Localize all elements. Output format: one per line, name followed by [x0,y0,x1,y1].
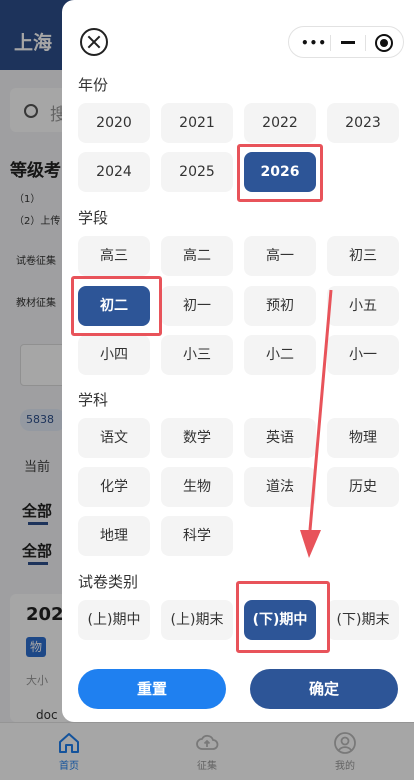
year-option-2021[interactable]: 2021 [161,103,233,143]
subject-option-physics[interactable]: 物理 [327,418,399,458]
subject-option-science[interactable]: 科学 [161,516,233,556]
subject-option-civics[interactable]: 道法 [244,467,316,507]
paper-type-option-2[interactable]: (上)期末 [161,600,233,640]
miniprogram-capsule: ••• [288,26,404,58]
subject-option-chemistry[interactable]: 化学 [78,467,150,507]
subject-option-english[interactable]: 英语 [244,418,316,458]
subject-option-biology[interactable]: 生物 [161,467,233,507]
grade-option-g11[interactable]: 高二 [161,236,233,276]
grade-label: 学段 [78,209,109,227]
grade-option-p5[interactable]: 小五 [327,286,399,326]
grade-option-g12[interactable]: 高三 [78,236,150,276]
filter-drawer: ••• 年份 2020 2021 2022 2023 2024 2025 202… [62,0,414,722]
grade-option-p1[interactable]: 小一 [327,335,399,375]
highlight-box-paper-type [236,581,330,653]
paper-type-option-4[interactable]: (下)期末 [327,600,399,640]
record-icon[interactable] [375,34,393,52]
close-icon[interactable] [80,28,108,56]
grade-option-g7[interactable]: 初一 [161,286,233,326]
grade-option-p2[interactable]: 小二 [244,335,316,375]
subject-label: 学科 [78,391,109,409]
grade-option-g6-pre[interactable]: 预初 [244,286,316,326]
grade-option-p4[interactable]: 小四 [78,335,150,375]
confirm-button[interactable]: 确定 [250,669,398,709]
minimize-icon[interactable] [341,41,355,44]
grade-option-p3[interactable]: 小三 [161,335,233,375]
highlight-box-year [237,144,323,202]
highlight-box-grade [71,276,162,336]
year-option-2025[interactable]: 2025 [161,152,233,192]
grade-option-g9[interactable]: 初三 [327,236,399,276]
year-option-2024[interactable]: 2024 [78,152,150,192]
subject-option-geography[interactable]: 地理 [78,516,150,556]
year-option-2022[interactable]: 2022 [244,103,316,143]
grade-option-g10[interactable]: 高一 [244,236,316,276]
subject-option-math[interactable]: 数学 [161,418,233,458]
year-option-2020[interactable]: 2020 [78,103,150,143]
year-label: 年份 [78,76,109,94]
subject-option-history[interactable]: 历史 [327,467,399,507]
paper-type-label: 试卷类别 [78,573,139,591]
year-option-2023[interactable]: 2023 [327,103,399,143]
capsule-divider [365,35,366,51]
more-icon[interactable]: ••• [301,36,327,50]
reset-button[interactable]: 重置 [78,669,226,709]
subject-option-chinese[interactable]: 语文 [78,418,150,458]
paper-type-option-1[interactable]: (上)期中 [78,600,150,640]
capsule-divider [330,35,331,51]
